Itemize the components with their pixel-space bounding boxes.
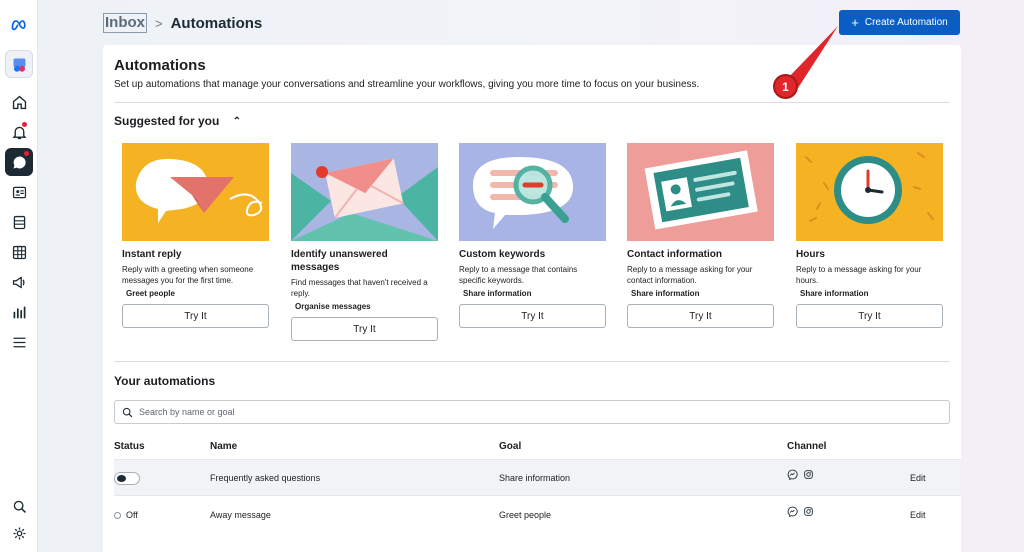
card-goal-tag: Share information (463, 289, 532, 298)
instagram-icon (804, 507, 813, 516)
card-goal-tag: Organise messages (295, 302, 371, 311)
automation-goal: Share information (499, 473, 571, 483)
suggestion-card-unanswered: Identify unanswered messages Find messag… (291, 143, 438, 341)
ads-megaphone-icon[interactable] (5, 268, 33, 296)
card-description: Reply to a message asking for your hours… (796, 265, 922, 285)
edit-link[interactable]: Edit (910, 473, 926, 483)
card-description: Reply with a greeting when someone messa… (122, 265, 254, 285)
breadcrumb-inbox-link[interactable]: Inbox (103, 13, 147, 33)
table-grid-icon[interactable] (5, 238, 33, 266)
search-automations-field[interactable] (114, 400, 950, 424)
page-title: Automations (114, 57, 206, 74)
suggested-title: Suggested for you (114, 114, 220, 128)
plus-icon: + (851, 14, 859, 30)
contacts-card-icon[interactable] (5, 178, 33, 206)
try-it-button[interactable]: Try It (796, 304, 943, 328)
unanswered-illustration (291, 143, 438, 241)
search-input[interactable] (139, 407, 839, 417)
status-radio-icon[interactable] (114, 512, 121, 519)
insights-bar-chart-icon[interactable] (5, 298, 33, 326)
card-description: Reply to a message that contains specifi… (459, 265, 578, 285)
page-description: Set up automations that manage your conv… (114, 79, 700, 90)
card-description: Reply to a message asking for your conta… (627, 265, 753, 285)
messenger-icon (787, 506, 798, 517)
card-title: Identify unanswered messages (291, 249, 388, 273)
automation-name: Frequently asked questions (210, 473, 321, 483)
card-title: Instant reply (122, 249, 182, 260)
suggestion-card-hours: Hours Reply to a message asking for your… (796, 143, 943, 328)
try-it-button[interactable]: Try It (122, 304, 269, 328)
messenger-icon (787, 469, 798, 480)
toggle-knob (117, 475, 126, 482)
status-cell[interactable]: Off (114, 510, 138, 520)
divider (114, 361, 950, 362)
suggestion-card-custom-keywords: Custom keywords Reply to a message that … (459, 143, 606, 328)
suggested-section-header[interactable]: Suggested for you ⌃ (114, 114, 241, 128)
card-description: Find messages that haven't received a re… (291, 278, 428, 298)
chevron-up-icon[interactable]: ⌃ (233, 116, 241, 127)
card-title: Contact information (627, 249, 722, 260)
meta-logo-icon[interactable] (5, 10, 33, 38)
column-header-channel: Channel (787, 441, 827, 452)
inbox-unread-dot (24, 151, 29, 156)
breadcrumb: Inbox > Automations (103, 13, 262, 33)
automation-goal: Greet people (499, 510, 552, 520)
suggestion-card-contact-information: Contact information Reply to a message a… (627, 143, 774, 328)
edit-link[interactable]: Edit (910, 510, 926, 520)
card-goal-tag: Share information (631, 289, 700, 298)
create-automation-label: Create Automation (864, 17, 948, 28)
try-it-button[interactable]: Try It (459, 304, 606, 328)
card-title: Hours (796, 249, 825, 260)
suggestion-card-instant-reply: Instant reply Reply with a greeting when… (122, 143, 269, 328)
contact-information-illustration (627, 143, 774, 241)
inbox-chat-icon[interactable] (5, 148, 33, 176)
callout-badge: 1 (773, 74, 798, 99)
create-automation-button[interactable]: + Create Automation (839, 10, 960, 35)
breadcrumb-separator: > (155, 15, 163, 31)
column-header-goal: Goal (499, 441, 522, 452)
channel-icons (787, 506, 814, 517)
status-toggle[interactable] (114, 472, 140, 485)
instant-reply-illustration (122, 143, 269, 241)
search-icon[interactable] (5, 492, 33, 520)
search-icon (122, 407, 133, 417)
channel-icons (787, 469, 814, 480)
try-it-button[interactable]: Try It (291, 317, 438, 341)
card-goal-tag: Greet people (126, 289, 175, 298)
divider (114, 102, 950, 103)
notification-dot (22, 122, 27, 127)
try-it-button[interactable]: Try It (627, 304, 774, 328)
table-row[interactable]: Off Away message Greet people Edit (114, 497, 961, 534)
column-header-status: Status (114, 441, 145, 452)
custom-keywords-illustration (459, 143, 606, 241)
menu-hamburger-icon[interactable] (5, 328, 33, 356)
status-label: Off (126, 510, 138, 520)
card-goal-tag: Share information (800, 289, 869, 298)
card-title: Custom keywords (459, 249, 546, 260)
your-automations-title: Your automations (114, 374, 216, 388)
column-header-name: Name (210, 441, 238, 452)
home-icon[interactable] (5, 88, 33, 116)
content-stack-icon[interactable] (5, 208, 33, 236)
instagram-icon (804, 470, 813, 479)
breadcrumb-current: Automations (170, 14, 263, 32)
automations-panel: Automations Set up automations that mana… (103, 45, 961, 552)
page-avatar[interactable] (5, 50, 33, 78)
notifications-bell-icon[interactable] (5, 118, 33, 146)
automation-name: Away message (210, 510, 271, 520)
left-nav-rail (0, 0, 38, 552)
settings-gear-icon[interactable] (5, 519, 33, 547)
hours-illustration (796, 143, 943, 241)
table-row[interactable]: Frequently asked questions Share informa… (114, 459, 961, 496)
